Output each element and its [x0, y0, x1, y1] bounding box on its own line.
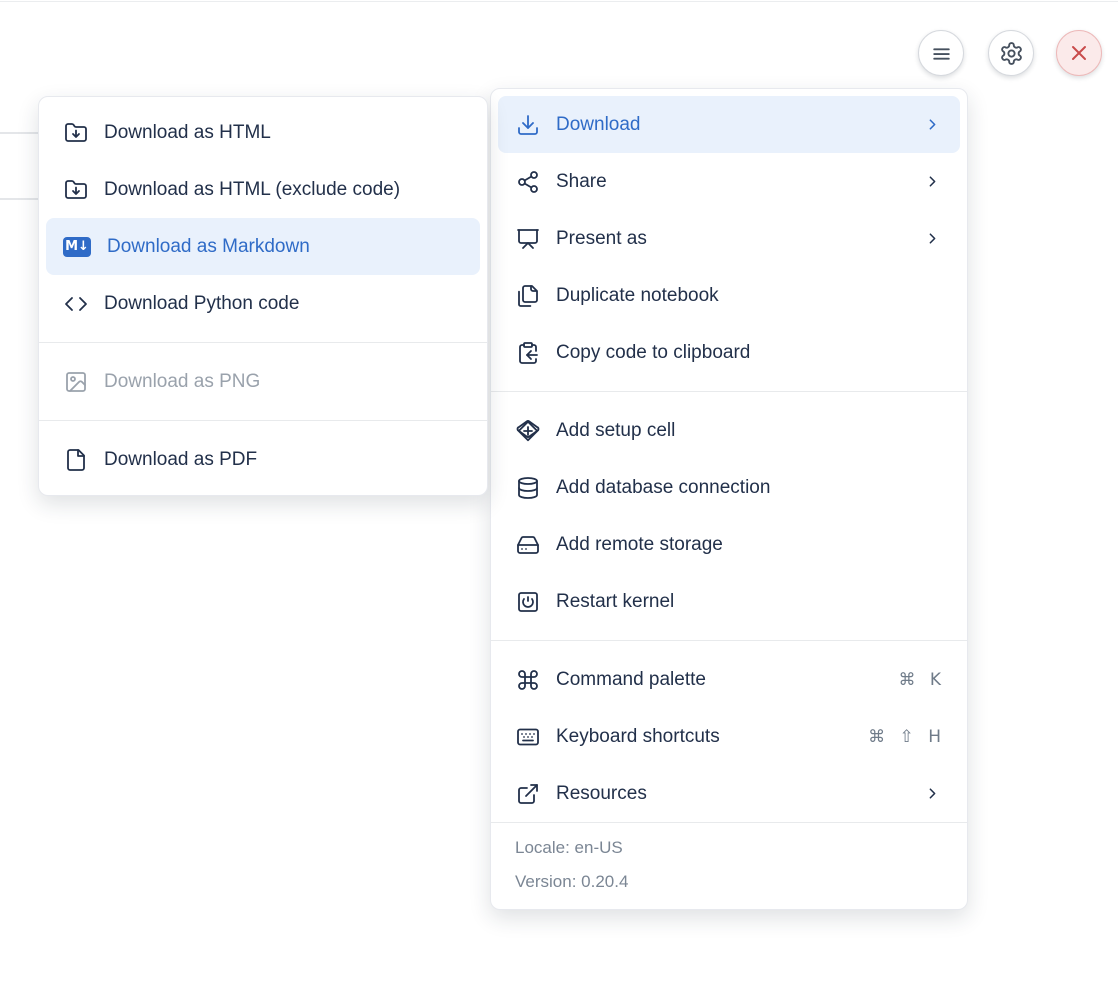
- menu-item-duplicate-notebook[interactable]: Duplicate notebook: [491, 267, 967, 324]
- menu-item-command-palette[interactable]: Command palette ⌘ K: [491, 651, 967, 708]
- version-text: Version: 0.20.4: [515, 865, 943, 899]
- menu-item-label: Copy code to clipboard: [556, 342, 750, 364]
- page-top-border: [0, 1, 1118, 2]
- command-icon: [515, 667, 540, 692]
- notebook-menu-button[interactable]: [918, 30, 964, 76]
- menu-item-download-as-html[interactable]: Download as HTML: [39, 104, 487, 161]
- menu-item-add-remote-storage[interactable]: Add remote storage: [491, 516, 967, 573]
- menu-item-add-setup-cell[interactable]: Add setup cell: [491, 402, 967, 459]
- menu-item-label: Add remote storage: [556, 534, 723, 556]
- download-submenu: Download as HTML Download as HTML (exclu…: [38, 96, 488, 496]
- duplicate-icon: [515, 283, 540, 308]
- code-icon: [63, 291, 88, 316]
- menu-item-label: Duplicate notebook: [556, 285, 719, 307]
- close-button[interactable]: [1056, 30, 1102, 76]
- menu-item-download-as-html-exclude-code[interactable]: Download as HTML (exclude code): [39, 161, 487, 218]
- file-icon: [63, 447, 88, 472]
- menu-item-restart-kernel[interactable]: Restart kernel: [491, 573, 967, 630]
- download-icon: [515, 112, 540, 137]
- menu-separator: [39, 342, 487, 343]
- menu-item-keyboard-shortcuts[interactable]: Keyboard shortcuts ⌘ ⇧ H: [491, 708, 967, 765]
- menu-item-present-as[interactable]: Present as: [491, 210, 967, 267]
- keyboard-icon: [515, 724, 540, 749]
- menu-separator: [491, 391, 967, 392]
- menu-item-download-as-markdown[interactable]: M↓ Download as Markdown: [46, 218, 480, 275]
- chevron-right-icon: [924, 785, 941, 802]
- square-power-icon: [515, 589, 540, 614]
- menu-footer: Locale: en-US Version: 0.20.4: [491, 822, 967, 909]
- menu-item-label: Download Python code: [104, 293, 299, 315]
- folder-down-icon: [63, 120, 88, 145]
- menu-item-label: Download as HTML: [104, 122, 271, 144]
- gear-icon: [999, 41, 1024, 66]
- folder-down-icon: [63, 177, 88, 202]
- shortcut-hint: ⌘ ⇧ H: [868, 727, 941, 747]
- menu-item-label: Command palette: [556, 669, 706, 691]
- close-icon: [1067, 41, 1091, 65]
- menu-separator: [491, 640, 967, 641]
- clipboard-copy-icon: [515, 340, 540, 365]
- settings-button[interactable]: [988, 30, 1034, 76]
- menu-item-download-as-png[interactable]: Download as PNG: [39, 353, 487, 410]
- database-icon: [515, 475, 540, 500]
- menu-item-label: Present as: [556, 228, 647, 250]
- shortcut-hint: ⌘ K: [898, 670, 941, 690]
- background-cell-border: [0, 132, 38, 134]
- image-icon: [63, 369, 88, 394]
- menu-item-label: Add database connection: [556, 477, 770, 499]
- hard-drive-icon: [515, 532, 540, 557]
- menu-item-copy-code[interactable]: Copy code to clipboard: [491, 324, 967, 381]
- chevron-right-icon: [924, 173, 941, 190]
- external-link-icon: [515, 781, 540, 806]
- notebook-actions-menu: Download Share Present as Duplicate note…: [490, 88, 968, 910]
- menu-item-label: Resources: [556, 783, 647, 805]
- diamond-plus-icon: [515, 418, 540, 443]
- menu-item-download-python-code[interactable]: Download Python code: [39, 275, 487, 332]
- chevron-right-icon: [924, 116, 941, 133]
- menu-separator: [39, 420, 487, 421]
- menu-item-label: Download as HTML (exclude code): [104, 179, 400, 201]
- hamburger-icon: [929, 41, 954, 66]
- menu-item-add-database-connection[interactable]: Add database connection: [491, 459, 967, 516]
- menu-item-label: Download as Markdown: [107, 236, 310, 258]
- menu-item-share[interactable]: Share: [491, 153, 967, 210]
- menu-item-label: Download: [556, 114, 641, 136]
- presentation-icon: [515, 226, 540, 251]
- menu-item-download-as-pdf[interactable]: Download as PDF: [39, 431, 487, 488]
- menu-item-resources[interactable]: Resources: [491, 765, 967, 822]
- menu-item-label: Add setup cell: [556, 420, 675, 442]
- background-cell-border: [0, 198, 38, 200]
- chevron-right-icon: [924, 230, 941, 247]
- menu-item-label: Download as PNG: [104, 371, 260, 393]
- menu-item-label: Restart kernel: [556, 591, 674, 613]
- menu-item-label: Share: [556, 171, 607, 193]
- menu-item-download[interactable]: Download: [498, 96, 960, 153]
- menu-item-label: Keyboard shortcuts: [556, 726, 720, 748]
- share-icon: [515, 169, 540, 194]
- markdown-icon: M↓: [63, 237, 91, 257]
- menu-item-label: Download as PDF: [104, 449, 257, 471]
- locale-text: Locale: en-US: [515, 831, 943, 865]
